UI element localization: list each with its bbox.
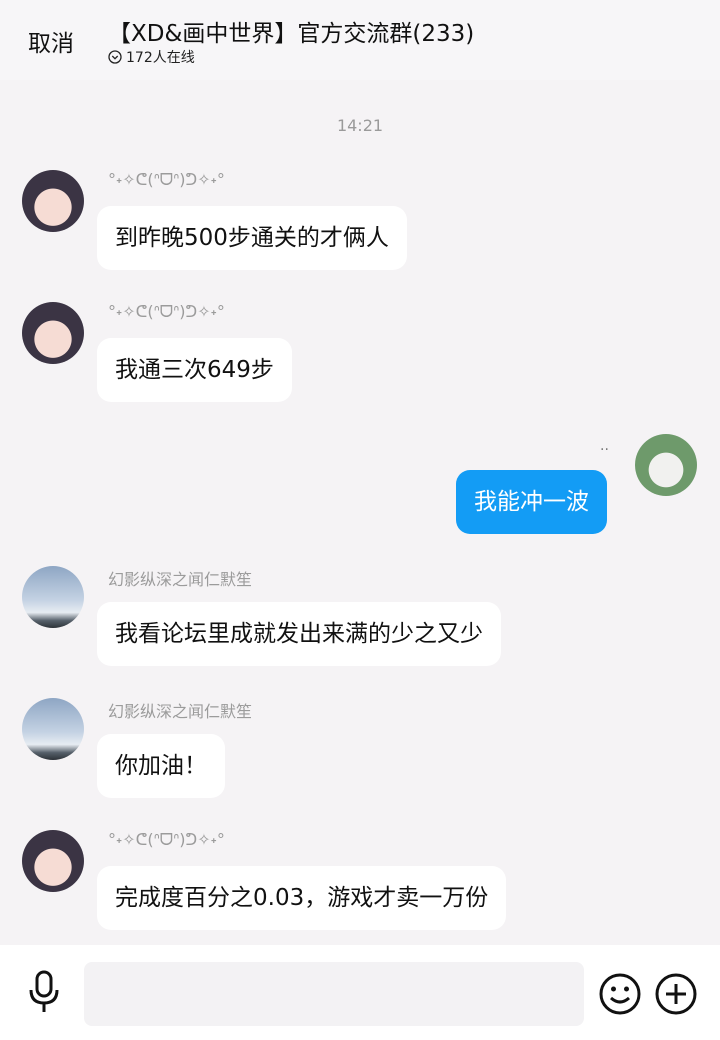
message-bubble-self[interactable]: 我能冲一波 (456, 470, 607, 534)
online-count: 172人在线 (126, 50, 195, 66)
message-bubble[interactable]: 你加油！ (97, 734, 225, 798)
plus-circle-icon[interactable] (654, 972, 698, 1016)
message-input[interactable] (84, 962, 584, 1026)
message-bubble[interactable]: 完成度百分之0.03，游戏才卖一万份 (97, 866, 507, 930)
group-title[interactable]: 【XD&画中世界】官方交流群(233) (108, 14, 474, 48)
sender-name-self: ·· (600, 442, 609, 458)
message-bubble[interactable]: 我通三次649步 (97, 338, 292, 402)
sender-name: °˖✧ᕦ(ᐢᗜᐢ)ᕤ✧˖° (108, 170, 225, 189)
avatar-sky[interactable] (22, 566, 84, 628)
sender-name: °˖✧ᕦ(ᐢᗜᐢ)ᕤ✧˖° (108, 302, 225, 321)
online-status[interactable]: 172人在线 (108, 47, 195, 67)
cancel-button[interactable]: 取消 (28, 24, 74, 58)
avatar-anime-girl[interactable] (22, 170, 84, 232)
chevron-circle-icon (108, 50, 122, 64)
message-bubble[interactable]: 到昨晚500步通关的才俩人 (97, 206, 407, 270)
sender-name: 幻影纵深之闻仁默笙 (108, 702, 253, 721)
avatar-green-hood[interactable] (635, 434, 697, 496)
avatar-anime-girl[interactable] (22, 302, 84, 364)
sender-name: 幻影纵深之闻仁默笙 (108, 570, 253, 589)
timestamp: 14:21 (336, 116, 384, 135)
message-bubble[interactable]: 我看论坛里成就发出来满的少之又少 (97, 602, 501, 666)
avatar-sky[interactable] (22, 698, 84, 760)
microphone-icon[interactable] (24, 970, 64, 1016)
emoji-icon[interactable] (598, 972, 642, 1016)
avatar-anime-girl[interactable] (22, 830, 84, 892)
chat-header: 取消 【XD&画中世界】官方交流群(233) 172人在线 (0, 0, 720, 80)
sender-name: °˖✧ᕦ(ᐢᗜᐢ)ᕤ✧˖° (108, 830, 225, 849)
